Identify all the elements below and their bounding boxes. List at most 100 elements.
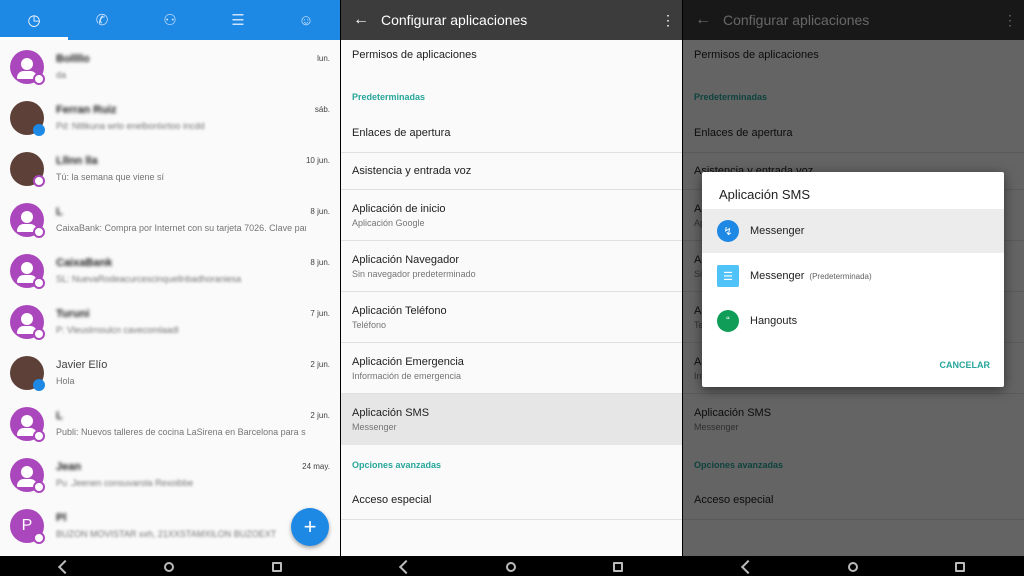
messenger-badge-icon <box>33 430 45 442</box>
conversation-item[interactable]: Bollllo da lun. <box>0 42 340 93</box>
system-navbar <box>341 556 682 576</box>
account-icon: ☺ <box>298 11 314 29</box>
section-header-predeterminadas: Predeterminadas <box>352 92 426 102</box>
messenger-icon: ↯ <box>717 220 739 242</box>
dialog-title: Aplicación SMS <box>719 187 811 202</box>
contact-name: CaixaBank <box>56 257 113 269</box>
conversation-item[interactable]: Ferran Ruiz Pd: Ntltkuna wrlo enelbonlxrt… <box>0 93 340 144</box>
message-preview: SL: NuevaRodeacurcescinquellnbadhoranies… <box>56 274 242 284</box>
account-tab[interactable]: ☺ <box>272 0 340 40</box>
conversation-date: sáb. <box>314 105 330 114</box>
message-preview: Tú: la semana que viene sí <box>56 172 165 182</box>
option-label: Messenger <box>750 270 805 282</box>
messenger-badge-icon <box>33 481 45 493</box>
more-options-icon[interactable]: ⋮ <box>654 12 682 29</box>
row-asistencia[interactable]: Asistencia y entrada voz <box>341 153 682 190</box>
conversation-date: 7 jun. <box>310 309 330 318</box>
contacts-icon: ⚇ <box>163 12 177 29</box>
person-icon <box>17 466 37 487</box>
plus-icon: + <box>303 514 317 539</box>
contact-name: Ferran Ruiz <box>56 104 117 116</box>
section-header-avanzadas: Opciones avanzadas <box>352 460 442 470</box>
conversation-date: 10 jun. <box>305 156 330 165</box>
contact-name: Turuni <box>56 308 90 320</box>
cancel-button[interactable]: CANCELAR <box>940 360 991 370</box>
nav-recent-icon[interactable] <box>272 562 282 572</box>
row-telefono[interactable]: Aplicación Teléfono Teléfono <box>341 292 682 343</box>
row-inicio[interactable]: Aplicación de inicio Aplicación Google <box>341 190 682 241</box>
message-preview: Pu .Jeenen consuvarola Rexoibbe <box>56 478 194 488</box>
messenger-badge-icon <box>33 328 45 340</box>
conversation-date: 8 jun. <box>310 258 330 267</box>
conversation-date: 24 may. <box>302 462 330 471</box>
messenger-badge-icon <box>33 124 45 136</box>
conversation-item[interactable]: Lllnn lla Tú: la semana que viene sí 10 ju… <box>0 144 340 195</box>
contact-name: Javier Elío <box>56 359 108 371</box>
option-label: Messenger <box>750 225 805 237</box>
row-permisos[interactable]: Permisos de aplicaciones <box>341 49 682 81</box>
new-message-button[interactable]: + <box>291 508 329 546</box>
contact-name: L <box>56 410 63 422</box>
conversation-item[interactable]: Jean Pu .Jeenen consuvarola Rexoibbe 24 ma… <box>0 450 340 501</box>
conversation-item[interactable]: CaixaBank SL: NuevaRodeacurcescinquellnba… <box>0 246 340 297</box>
nav-home-icon[interactable] <box>164 562 174 572</box>
row-title: Enlaces de apertura <box>352 127 451 139</box>
nav-home-icon[interactable] <box>506 562 516 572</box>
option-hangouts[interactable]: “ Hangouts <box>702 299 1004 343</box>
app-bar: ← Configurar aplicaciones ⋮ <box>341 0 682 40</box>
option-messenger[interactable]: ↯ Messenger <box>702 209 1004 253</box>
nav-back-icon[interactable] <box>57 559 73 575</box>
row-acceso[interactable]: Acceso especial <box>341 482 682 520</box>
message-preview: CaixaBank: Compra por Internet con su ta… <box>56 223 306 233</box>
row-sms[interactable]: Aplicación SMS Messenger <box>341 394 682 445</box>
phone-tab[interactable]: ✆ <box>68 0 136 40</box>
nav-back-icon[interactable] <box>740 559 756 575</box>
contact-name: Bollllo <box>56 53 90 65</box>
list-tab[interactable]: ☰ <box>204 0 272 40</box>
nav-home-icon[interactable] <box>848 562 858 572</box>
messenger-badge-icon <box>33 175 45 187</box>
conversation-item[interactable]: P Pl BUZON MOVISTAR xxh, 21XXSTAMXILON BUZ… <box>0 501 340 552</box>
nav-back-icon[interactable] <box>398 559 414 575</box>
row-title: Acceso especial <box>352 494 432 506</box>
message-preview: Pd: Ntltkuna wrlo enelbonlxrtoo incdd <box>56 121 205 131</box>
conversation-item[interactable]: Javier Elío Hola 2 jun. <box>0 348 340 399</box>
row-enlaces[interactable]: Enlaces de apertura <box>341 115 682 153</box>
message-preview: BUZON MOVISTAR xxh, 21XXSTAMXILON BUZOEX… <box>56 529 277 539</box>
conversation-item[interactable]: L CaixaBank: Compra por Internet con su t… <box>0 195 340 246</box>
system-navbar <box>683 556 1024 576</box>
row-title: Aplicación Teléfono <box>352 305 447 317</box>
conversation-item[interactable]: Turuni P: Vleuslrnoulcn cavecomlaadl 7 jun… <box>0 297 340 348</box>
row-title: Asistencia y entrada voz <box>352 165 472 177</box>
nav-recent-icon[interactable] <box>613 562 623 572</box>
settings-panel-dialog: ← Configurar aplicaciones ⋮ Permisos de … <box>683 0 1024 576</box>
phone-icon: ✆ <box>95 12 109 29</box>
contacts-tab[interactable]: ⚇ <box>136 0 204 40</box>
row-subtitle: Messenger <box>352 422 397 432</box>
row-subtitle: Sin navegador predeterminado <box>352 269 476 279</box>
nav-recent-icon[interactable] <box>955 562 965 572</box>
row-title: Aplicación SMS <box>352 407 430 419</box>
row-subtitle: Aplicación Google <box>352 218 425 228</box>
row-navegador[interactable]: Aplicación Navegador Sin navegador predet… <box>341 241 682 292</box>
conversations-panel: ◷ ✆ ⚇ ☰ ☺ Bollllo da lun. Ferran Ruiz Pd: Nt… <box>0 0 340 576</box>
system-navbar <box>0 556 340 576</box>
person-icon <box>17 313 37 334</box>
sms-app-dialog: Aplicación SMS ↯ Messenger ☰ Messenger (… <box>702 172 1004 387</box>
recent-icon: ◷ <box>27 12 41 29</box>
messenger-badge-icon <box>33 73 45 85</box>
conversation-item[interactable]: L Publi: Nuevos talleres de cocina LaSire… <box>0 399 340 450</box>
row-title: Permisos de aplicaciones <box>352 49 477 61</box>
recent-tab[interactable]: ◷ <box>0 0 68 40</box>
back-arrow-icon[interactable]: ← <box>341 11 381 29</box>
messenger-badge-icon <box>33 379 45 391</box>
person-icon <box>17 211 37 232</box>
sms-icon: ☰ <box>717 265 739 287</box>
person-icon <box>17 58 37 79</box>
contact-name: Lllnn lla <box>56 155 98 167</box>
option-default-note: (Predeterminada) <box>809 271 872 281</box>
conversation-date: 2 jun. <box>310 360 330 369</box>
row-emergencia[interactable]: Aplicación Emergencia Información de emer… <box>341 343 682 394</box>
option-messenger-default[interactable]: ☰ Messenger (Predeterminada) <box>702 254 1004 298</box>
contact-name: Jean <box>56 461 82 473</box>
